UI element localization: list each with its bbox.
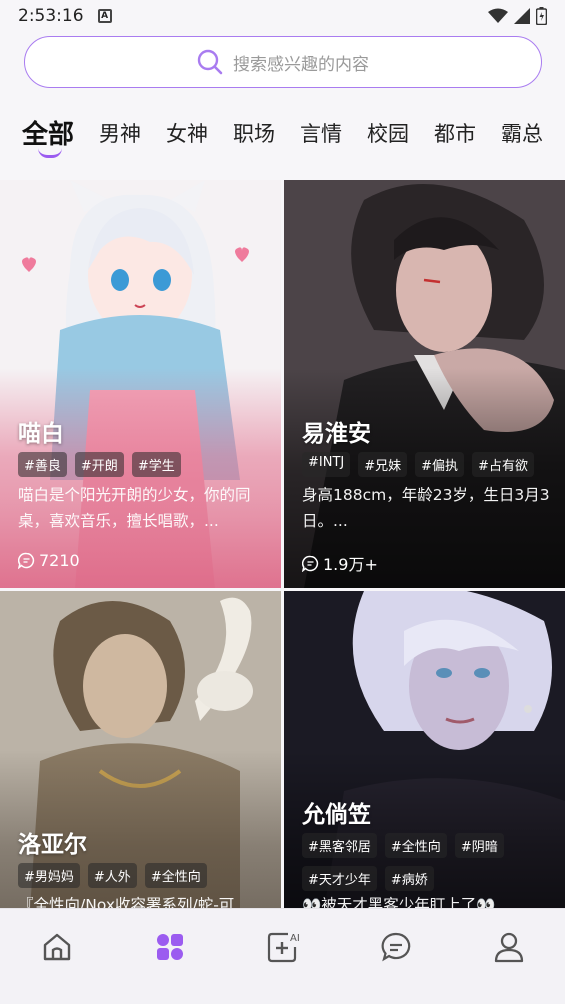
tag: #黑客邻居 [302,833,377,858]
tag: #病娇 [384,866,434,891]
tag-list: #男妈妈 #人外 #全性向 [18,863,268,888]
svg-text:AI: AI [290,933,300,944]
tag-list: #善良 #开朗 #学生 [18,452,268,477]
chat-count-value: 7210 [39,551,80,570]
nav-discover[interactable] [150,927,190,967]
nav-ai-create[interactable]: AI [263,927,303,967]
tag: #占有欲 [472,452,534,477]
tab-romance[interactable]: 言情 [300,108,342,148]
home-icon [43,933,70,961]
tab-female[interactable]: 女神 [166,108,208,148]
tab-ceo[interactable]: 霸总 [501,108,543,148]
tag: #人外 [87,863,137,888]
tag: #开朗 [74,452,124,477]
character-name: 允倘笠 [302,802,371,828]
active-tab-indicator [38,148,62,158]
bottom-navigation: AI [0,908,565,1004]
wifi-icon [488,8,508,23]
chat-count: 1.9万+ [302,551,378,575]
character-description: 喵白是个阳光开朗的少女，你的同桌，喜欢音乐，擅长唱歌，... [18,486,251,530]
tag: #全性向 [144,863,207,888]
search-placeholder: 搜索感兴趣的内容 [233,54,369,75]
tab-campus[interactable]: 校园 [367,108,409,148]
tag: #兄妹 [358,452,408,477]
tab-urban[interactable]: 都市 [434,108,476,148]
tab-workplace[interactable]: 职场 [233,108,275,148]
tag-list: #黑客邻居 #全性向 #阴暗 #天才少年 #病娇 [302,833,552,891]
character-name: 洛亚尔 [18,832,87,858]
character-name: 喵白 [18,421,64,447]
tab-male[interactable]: 男神 [99,108,141,148]
character-card[interactable]: 喵白 #善良 #开朗 #学生 喵白是个阳光开朗的少女，你的同桌，喜欢音乐，擅长唱… [0,180,281,588]
tag: #天才少年 [302,866,377,891]
tag: #INTJ [302,452,351,477]
character-description: 身高188cm，年龄23岁，生日3月3日。... [302,486,550,530]
ai-create-icon: AI [267,932,300,963]
nav-profile[interactable] [489,927,529,967]
character-grid: 喵白 #善良 #开朗 #学生 喵白是个阳光开朗的少女，你的同桌，喜欢音乐，擅长唱… [0,180,565,910]
tag: #学生 [131,452,181,477]
messages-icon [381,932,410,962]
search-icon [197,49,223,75]
discover-icon [156,934,183,960]
nav-home[interactable] [37,927,77,967]
tab-all[interactable]: 全部 [22,108,74,158]
chat-count-value: 1.9万+ [323,555,378,574]
character-card[interactable]: 易淮安 #INTJ #兄妹 #偏执 #占有欲 身高188cm，年龄23岁，生日3… [284,180,565,588]
character-card[interactable]: 洛亚尔 #男妈妈 #人外 #全性向 『全性向/Nox收容署系列/蛇-可 [0,591,281,910]
character-card[interactable]: 允倘笠 #黑客邻居 #全性向 #阴暗 #天才少年 #病娇 👀被天才黑客少年盯上了… [284,591,565,910]
nav-messages[interactable] [376,927,416,967]
tag: #阴暗 [454,833,504,858]
chat-count: 7210 [18,551,80,570]
tag: #全性向 [384,833,447,858]
status-bar: 2:53:16 A [0,0,565,32]
search-bar[interactable]: 搜索感兴趣的内容 [24,36,542,88]
tag: #善良 [18,452,67,477]
comment-icon [18,552,35,569]
category-tabs: 全部 男神 女神 职场 言情 校园 都市 霸总 [0,108,565,160]
tag-list: #INTJ #兄妹 #偏执 #占有欲 [302,452,552,477]
comment-icon [302,555,319,572]
status-time: 2:53:16 [18,6,84,26]
tag: #男妈妈 [18,863,80,888]
battery-icon [536,7,547,25]
tag: #偏执 [415,452,465,477]
notification-a-icon: A [97,9,112,23]
status-icons [488,7,547,25]
signal-icon [514,8,530,24]
profile-icon [494,932,523,963]
character-name: 易淮安 [302,421,371,447]
